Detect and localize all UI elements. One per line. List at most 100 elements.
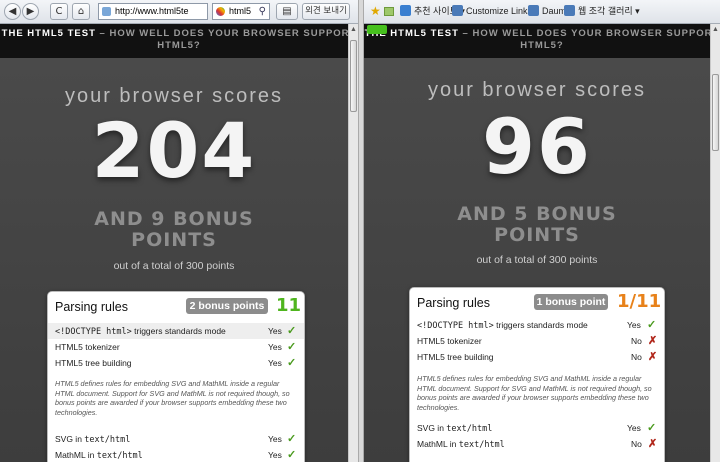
- card-header: Parsing rules 1 bonus point 1/11: [410, 288, 664, 318]
- search-magnifier-icon[interactable]: ⚲: [259, 4, 266, 19]
- page-menu-button[interactable]: 외견 보내기: [302, 3, 350, 20]
- test-label: HTML5 tokenizer: [417, 336, 482, 346]
- address-bar[interactable]: http://www.html5te: [98, 3, 208, 20]
- check-icon: ✓: [647, 319, 657, 331]
- banner-subtitle: – HOW WELL DOES YOUR BROWSER SUPPORT HTM…: [458, 28, 720, 51]
- test-result: Yes: [268, 342, 282, 352]
- check-icon: ✓: [287, 357, 297, 369]
- favorite-icon: [564, 5, 575, 16]
- cross-icon: ✗: [648, 335, 658, 347]
- page-content: your browser scores 204 AND 9 BONUS POIN…: [0, 58, 358, 462]
- test-row: HTML5 tokenizer Yes ✓: [48, 339, 304, 355]
- test-label: SVG in text/html: [55, 434, 131, 445]
- test-row: SVG in text/html Yes ✓: [410, 420, 664, 436]
- address-text: http://www.html5te: [115, 6, 189, 16]
- compatibility-icon[interactable]: [367, 25, 387, 34]
- scrollbar-thumb[interactable]: [350, 40, 357, 112]
- bonus-badge: 1 bonus point: [534, 294, 608, 310]
- tab-manager-icon[interactable]: ▤: [276, 3, 298, 20]
- test-row: HTML5 tokenizer No ✗: [410, 333, 664, 349]
- cross-icon: ✗: [648, 351, 658, 363]
- scores-label: your browser scores: [427, 79, 647, 101]
- total-points-note: out of a total of 300 points: [476, 254, 598, 266]
- check-icon: ✓: [287, 325, 297, 337]
- card-title: Parsing rules: [417, 296, 490, 310]
- left-browser-pane: ◀ ▶ C ⌂ http://www.html5te html5 ⚲ ▤ 외견 …: [0, 0, 358, 462]
- right-browser-pane: ★ 추천 사이트 ▾ Customize Links Daum 웹 조각 갤러리…: [364, 0, 720, 462]
- svg-mathml-note: HTML5 defines rules for embedding SVG an…: [417, 374, 652, 412]
- navigation-toolbar: ◀ ▶ C ⌂ http://www.html5te html5 ⚲ ▤ 외견 …: [0, 0, 358, 24]
- category-score: 11: [276, 295, 302, 316]
- scrollbar-thumb[interactable]: [712, 74, 719, 151]
- bonus-line-1: AND 5 BONUS: [457, 203, 617, 225]
- check-icon: ✓: [287, 341, 297, 353]
- bonus-line-1: AND 9 BONUS: [94, 208, 254, 230]
- favorites-bar: ★ 추천 사이트 ▾ Customize Links Daum 웹 조각 갤러리…: [364, 0, 720, 24]
- test-result: No: [631, 352, 642, 362]
- test-row: HTML5 tree building No ✗: [410, 349, 664, 365]
- back-button[interactable]: ◀: [4, 3, 21, 20]
- test-row: <!DOCTYPE html> triggers standards mode …: [410, 317, 664, 333]
- test-result: No: [631, 439, 642, 449]
- vertical-scrollbar[interactable]: ▲: [710, 24, 720, 462]
- test-row: HTML5 tree building Yes ✓: [48, 355, 304, 371]
- test-label: <!DOCTYPE html> triggers standards mode: [55, 326, 226, 337]
- parsing-rules-card: Parsing rules 1 bonus point 1/11 <!DOCTY…: [409, 287, 665, 462]
- parsing-rules-card: Parsing rules 2 bonus points 11 <!DOCTYP…: [47, 291, 305, 462]
- test-label: SVG in text/html: [417, 423, 493, 434]
- test-label: HTML5 tokenizer: [55, 342, 120, 352]
- page-banner: THE HTML5 TEST – HOW WELL DOES YOUR BROW…: [364, 24, 720, 58]
- card-header: Parsing rules 2 bonus points 11: [48, 292, 304, 322]
- test-row: MathML in text/html Yes ✓: [48, 447, 304, 462]
- test-label: <!DOCTYPE html> triggers standards mode: [417, 320, 588, 331]
- scroll-up-icon[interactable]: ▲: [711, 24, 720, 36]
- favorite-web-slice-gallery[interactable]: 웹 조각 갤러리 ▾: [564, 4, 640, 19]
- test-label: HTML5 tree building: [417, 352, 494, 362]
- forward-button[interactable]: ▶: [22, 3, 39, 20]
- test-result: Yes: [268, 434, 282, 444]
- bonus-line-2: POINTS: [494, 224, 580, 246]
- search-text: html5: [229, 6, 252, 16]
- add-favorite-icon[interactable]: [384, 7, 394, 16]
- favorite-customize-links[interactable]: Customize Links: [452, 4, 532, 19]
- scroll-up-icon[interactable]: ▲: [349, 24, 358, 36]
- favorites-star-icon[interactable]: ★: [370, 5, 381, 17]
- bonus-badge: 2 bonus points: [186, 298, 268, 314]
- test-row: MathML in text/html No ✗: [410, 436, 664, 452]
- favorite-icon: [400, 5, 411, 16]
- test-row: <!DOCTYPE html> triggers standards mode …: [48, 323, 304, 339]
- home-button[interactable]: ⌂: [72, 3, 90, 20]
- search-engine-icon: [216, 7, 225, 16]
- favorite-icon: [452, 5, 463, 16]
- page-banner: THE HTML5 TEST – HOW WELL DOES YOUR BROW…: [0, 24, 358, 58]
- banner-title: THE HTML5 TEST: [1, 28, 96, 39]
- total-points-note: out of a total of 300 points: [113, 260, 235, 272]
- page-favicon-icon: [102, 7, 111, 16]
- check-icon: ✓: [287, 433, 297, 445]
- vertical-scrollbar[interactable]: ▲: [348, 24, 358, 462]
- banner-subtitle: – HOW WELL DOES YOUR BROWSER SUPPORT HTM…: [95, 28, 357, 51]
- test-row: SVG in text/html Yes ✓: [48, 431, 304, 447]
- test-result: Yes: [268, 450, 282, 460]
- scores-label: your browser scores: [64, 85, 284, 107]
- favorite-icon: [528, 5, 539, 16]
- page-content: your browser scores 96 AND 5 BONUS POINT…: [364, 58, 720, 462]
- favorite-daum[interactable]: Daum: [528, 4, 566, 19]
- category-score: 1/11: [617, 291, 662, 312]
- test-label: MathML in text/html: [417, 439, 505, 450]
- bonus-line-2: POINTS: [131, 229, 217, 251]
- test-result: Yes: [627, 423, 641, 433]
- refresh-button[interactable]: C: [50, 3, 68, 20]
- test-result: Yes: [268, 326, 282, 336]
- test-result: Yes: [268, 358, 282, 368]
- search-box[interactable]: html5 ⚲: [212, 3, 270, 20]
- total-score: 96: [482, 102, 592, 191]
- card-title: Parsing rules: [55, 300, 128, 314]
- total-score: 204: [91, 106, 257, 195]
- test-result: No: [631, 336, 642, 346]
- check-icon: ✓: [647, 422, 657, 434]
- cross-icon: ✗: [648, 438, 658, 450]
- test-result: Yes: [627, 320, 641, 330]
- svg-mathml-note: HTML5 defines rules for embedding SVG an…: [55, 379, 290, 417]
- check-icon: ✓: [287, 449, 297, 461]
